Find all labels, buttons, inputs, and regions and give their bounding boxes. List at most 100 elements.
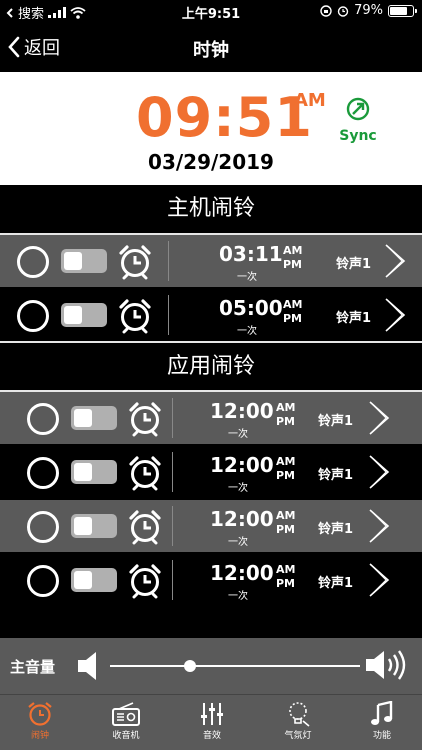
pm-label[interactable]: PM <box>276 469 295 483</box>
alarm-ampm[interactable]: AM PM <box>276 455 295 483</box>
current-date: 03/29/2019 <box>148 150 274 174</box>
am-label[interactable]: AM <box>276 401 295 415</box>
alarm-time[interactable]: 12:00 <box>210 399 274 423</box>
alarm-select-radio[interactable] <box>27 403 59 435</box>
alarm-clock-icon <box>127 455 163 491</box>
tab-ambient-light[interactable]: 气氛灯 <box>268 701 328 741</box>
tab-label: 气氛灯 <box>284 731 312 741</box>
alarm-repeat: 一次 <box>228 537 248 548</box>
alarm-select-radio[interactable] <box>27 511 59 543</box>
toggle-knob <box>74 463 92 481</box>
alarm-ampm[interactable]: AM PM <box>283 298 302 326</box>
alarm-ringtone[interactable]: 铃声1 <box>336 253 371 272</box>
divider <box>172 398 173 438</box>
alarm-row[interactable]: 12:00 一次 AM PM 铃声1 <box>0 446 422 498</box>
am-label[interactable]: AM <box>283 244 302 258</box>
volume-slider[interactable] <box>110 660 360 672</box>
divider <box>172 560 173 600</box>
alarm-row[interactable]: 05:00 一次 AM PM 铃声1 <box>0 289 422 341</box>
back-button[interactable]: 返回 <box>8 34 60 60</box>
pm-label[interactable]: PM <box>276 415 295 429</box>
am-label[interactable]: AM <box>276 455 295 469</box>
speaker-min-icon[interactable] <box>74 650 102 682</box>
rotation-lock-icon <box>320 4 332 17</box>
alarm-select-radio[interactable] <box>27 565 59 597</box>
alarm-ringtone[interactable]: 铃声1 <box>318 572 353 591</box>
am-label[interactable]: AM <box>276 509 295 523</box>
alarm-enable-toggle[interactable] <box>61 303 107 327</box>
alarm-enable-toggle[interactable] <box>71 406 117 430</box>
speaker-max-icon[interactable] <box>364 648 408 682</box>
alarm-repeat: 一次 <box>237 272 257 283</box>
music-note-icon <box>371 701 393 725</box>
alarm-enable-toggle[interactable] <box>61 249 107 273</box>
alarm-time[interactable]: 12:00 <box>210 453 274 477</box>
alarm-clock-icon <box>127 401 163 437</box>
am-label[interactable]: AM <box>283 298 302 312</box>
toggle-knob <box>64 306 82 324</box>
tab-label: 音效 <box>202 731 221 741</box>
alarm-enable-toggle[interactable] <box>71 460 117 484</box>
alarm-clock-icon <box>28 702 52 726</box>
equalizer-icon <box>201 703 223 725</box>
tab-alarm[interactable]: 闹钟 <box>10 701 70 741</box>
page-title: 时钟 <box>193 40 229 61</box>
alarm-clock-icon <box>127 509 163 545</box>
pm-label[interactable]: PM <box>276 577 295 591</box>
tab-label: 功能 <box>372 731 391 741</box>
alarm-ringtone[interactable]: 铃声1 <box>336 307 371 326</box>
sync-icon <box>346 97 370 121</box>
pm-label[interactable]: PM <box>276 523 295 537</box>
tab-functions[interactable]: 功能 <box>352 701 412 741</box>
alarm-ampm[interactable]: AM PM <box>276 401 295 429</box>
alarm-time[interactable]: 03:11 <box>219 242 283 266</box>
pm-label[interactable]: PM <box>283 312 302 326</box>
alarm-repeat: 一次 <box>228 483 248 494</box>
battery-percent: 79% <box>354 3 383 18</box>
sync-label: Sync <box>339 128 377 144</box>
alarm-ampm[interactable]: AM PM <box>276 563 295 591</box>
alarm-ringtone[interactable]: 铃声1 <box>318 464 353 483</box>
toggle-knob <box>74 409 92 427</box>
alarm-clock-icon <box>117 244 153 280</box>
alarm-ampm[interactable]: AM PM <box>283 244 302 272</box>
am-label[interactable]: AM <box>276 563 295 577</box>
alarm-row[interactable]: 12:00 一次 AM PM 铃声1 <box>0 500 422 552</box>
chevron-right-icon[interactable] <box>366 508 392 544</box>
alarm-row[interactable]: 12:00 一次 AM PM 铃声1 <box>0 392 422 444</box>
tab-bar: 闹钟 收音机 音效 气氛灯 功能 <box>0 694 422 750</box>
app-alarms-header: 应用闹铃 <box>0 343 422 391</box>
sync-button[interactable]: Sync <box>336 96 380 144</box>
alarm-ringtone[interactable]: 铃声1 <box>318 410 353 429</box>
chevron-right-icon[interactable] <box>366 562 392 598</box>
current-ampm: AM <box>294 90 326 111</box>
alarm-repeat: 一次 <box>228 429 248 440</box>
chevron-left-icon <box>8 36 20 58</box>
tab-radio[interactable]: 收音机 <box>96 701 156 741</box>
alarm-select-radio[interactable] <box>27 457 59 489</box>
alarm-enable-toggle[interactable] <box>71 568 117 592</box>
alarm-select-radio[interactable] <box>17 300 49 332</box>
toggle-knob <box>64 252 82 270</box>
alarm-ampm[interactable]: AM PM <box>276 509 295 537</box>
spacer <box>0 610 422 638</box>
chevron-right-icon[interactable] <box>366 400 392 436</box>
alarm-clock-icon <box>117 298 153 334</box>
chevron-right-icon[interactable] <box>382 297 408 333</box>
chevron-right-icon[interactable] <box>382 243 408 279</box>
alarm-time[interactable]: 05:00 <box>219 296 283 320</box>
tab-sound-effects[interactable]: 音效 <box>182 701 242 741</box>
alarm-row[interactable]: 12:00 一次 AM PM 铃声1 <box>0 554 422 606</box>
divider <box>168 295 169 335</box>
chevron-right-icon[interactable] <box>366 454 392 490</box>
pm-label[interactable]: PM <box>283 258 302 272</box>
alarm-time[interactable]: 12:00 <box>210 507 274 531</box>
host-alarms-header: 主机闹铃 <box>0 185 422 233</box>
alarm-select-radio[interactable] <box>17 246 49 278</box>
volume-slider-thumb[interactable] <box>184 660 196 672</box>
alarm-ringtone[interactable]: 铃声1 <box>318 518 353 537</box>
alarm-repeat: 一次 <box>237 326 257 337</box>
alarm-enable-toggle[interactable] <box>71 514 117 538</box>
alarm-time[interactable]: 12:00 <box>210 561 274 585</box>
alarm-row[interactable]: 03:11 一次 AM PM 铃声1 <box>0 235 422 287</box>
